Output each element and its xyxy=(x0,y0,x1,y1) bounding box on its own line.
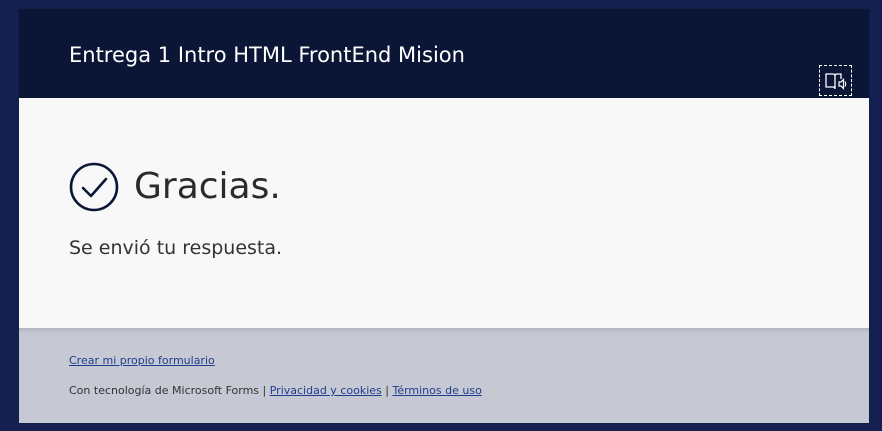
submitted-message: Se envió tu respuesta. xyxy=(69,237,283,259)
checkmark-circle-icon xyxy=(69,162,119,212)
form-footer: Crear mi propio formulario Con tecnologí… xyxy=(19,328,869,423)
create-form-link[interactable]: Crear mi propio formulario xyxy=(69,354,215,367)
form-header: Entrega 1 Intro HTML FrontEnd Mision xyxy=(19,9,869,98)
privacy-link[interactable]: Privacidad y cookies xyxy=(270,384,382,397)
thanks-row: Gracias. xyxy=(69,161,281,213)
thanks-heading: Gracias. xyxy=(134,166,281,207)
separator: | xyxy=(262,384,267,397)
separator: | xyxy=(385,384,389,397)
immersive-reader-button[interactable] xyxy=(819,65,852,96)
powered-by-row: Con tecnología de Microsoft Forms | Priv… xyxy=(69,384,482,397)
terms-link[interactable]: Términos de uso xyxy=(392,384,481,397)
form-title: Entrega 1 Intro HTML FrontEnd Mision xyxy=(69,43,465,67)
form-card: Entrega 1 Intro HTML FrontEnd Mision Gra… xyxy=(19,9,869,423)
confirmation-section: Gracias. Se envió tu respuesta. xyxy=(19,98,869,328)
immersive-reader-icon xyxy=(824,72,846,90)
powered-by-text: Con tecnología de Microsoft Forms xyxy=(69,384,260,397)
